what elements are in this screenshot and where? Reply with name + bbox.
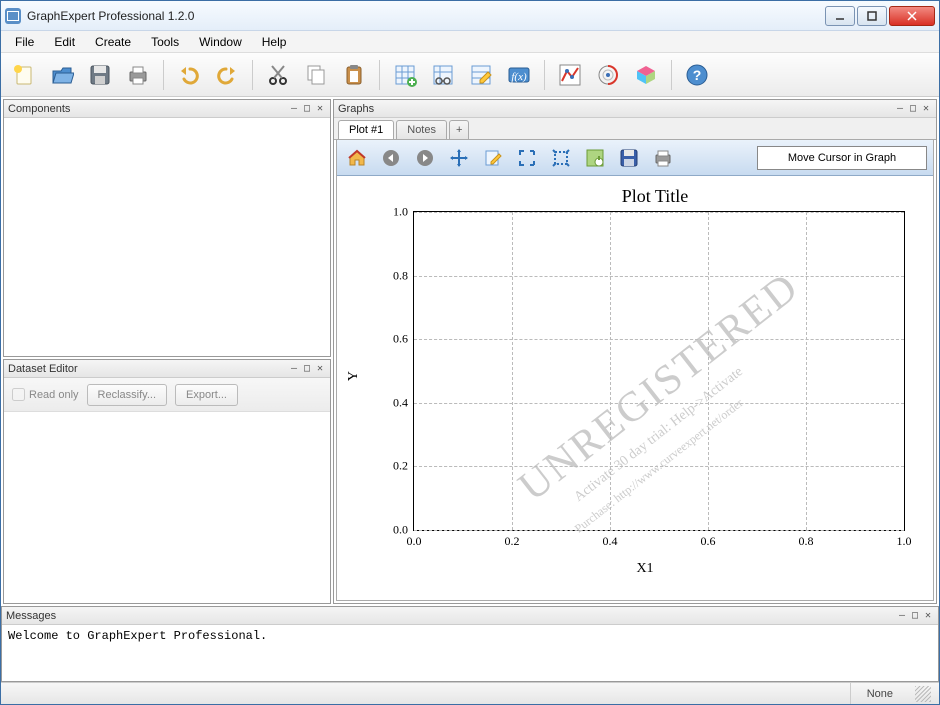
messages-panel: Messages — □ ✕ Welcome to GraphExpert Pr… [1,606,939,682]
print-button[interactable] [121,58,155,92]
open-button[interactable] [45,58,79,92]
menu-file[interactable]: File [5,32,44,52]
redo-button[interactable] [210,58,244,92]
copy-button[interactable] [299,58,333,92]
graphs-panel: Graphs — □ ✕ Plot #1 Notes + [333,99,937,604]
maximize-button[interactable] [857,6,887,26]
main-toolbar: f(x) ? [1,53,939,97]
panel-close-icon[interactable]: ✕ [920,103,932,114]
plot-area[interactable]: Plot Title Y UNREGISTERED Activate 30 da… [337,176,933,600]
x-tick: 0.6 [701,534,716,549]
watermark-line2: Activate 30 day trial: Help->Activate [572,364,747,505]
y-tick: 0.2 [393,459,408,474]
x-tick: 0.8 [799,534,814,549]
panel-minimize-icon[interactable]: — [288,103,300,114]
tab-plot1[interactable]: Plot #1 [338,120,394,139]
status-right: None [850,683,909,704]
titlebar: GraphExpert Professional 1.2.0 [1,1,939,31]
plot-button[interactable] [553,58,587,92]
panel-minimize-icon[interactable]: — [894,103,906,114]
dataset-editor-title: Dataset Editor [8,363,288,375]
resize-grip-icon[interactable] [915,686,931,702]
window-title: GraphExpert Professional 1.2.0 [27,9,825,23]
svg-text:f(x): f(x) [511,71,527,83]
tab-add[interactable]: + [449,120,469,139]
components-panel: Components — □ ✕ [3,99,331,357]
menu-help[interactable]: Help [252,32,297,52]
print-plot-icon[interactable] [649,144,677,172]
panel-minimize-icon[interactable]: — [896,610,908,621]
x-tick: 0.2 [505,534,520,549]
x-tick: 0.4 [603,534,618,549]
plot-title: Plot Title [397,186,913,207]
zoom-extents-icon[interactable] [513,144,541,172]
edit-data-button[interactable] [464,58,498,92]
polar-plot-button[interactable] [591,58,625,92]
app-icon [5,8,21,24]
new-button[interactable] [7,58,41,92]
x-tick: 0.0 [407,534,422,549]
statusbar: None [1,682,939,704]
link-data-button[interactable] [426,58,460,92]
pan-icon[interactable] [445,144,473,172]
panel-maximize-icon[interactable]: □ [909,610,921,621]
minimize-button[interactable] [825,6,855,26]
panel-close-icon[interactable]: ✕ [922,610,934,621]
3d-plot-button[interactable] [629,58,663,92]
y-tick: 0.6 [393,332,408,347]
export-button[interactable]: Export... [175,384,238,406]
help-button[interactable]: ? [680,58,714,92]
menu-window[interactable]: Window [189,32,252,52]
add-data-button[interactable] [388,58,422,92]
close-button[interactable] [889,6,935,26]
x-tick: 1.0 [897,534,912,549]
menu-tools[interactable]: Tools [141,32,189,52]
panel-minimize-icon[interactable]: — [288,363,300,374]
read-only-checkbox[interactable]: Read only [12,388,79,401]
y-tick: 1.0 [393,205,408,220]
tab-notes[interactable]: Notes [396,120,447,139]
panel-maximize-icon[interactable]: □ [907,103,919,114]
plot-toolbar: Move Cursor in Graph [337,140,933,176]
function-button[interactable]: f(x) [502,58,536,92]
cursor-readout: Move Cursor in Graph [757,146,927,170]
save-button[interactable] [83,58,117,92]
menu-create[interactable]: Create [85,32,141,52]
undo-button[interactable] [172,58,206,92]
messages-title: Messages [6,610,896,622]
paste-button[interactable] [337,58,371,92]
y-tick: 0.8 [393,268,408,283]
panel-close-icon[interactable]: ✕ [314,363,326,374]
dataset-editor-body[interactable] [4,412,330,603]
panel-maximize-icon[interactable]: □ [301,103,313,114]
panel-close-icon[interactable]: ✕ [314,103,326,114]
svg-text:?: ? [693,67,702,83]
panel-maximize-icon[interactable]: □ [301,363,313,374]
menubar: File Edit Create Tools Window Help [1,31,939,53]
edit-plot-icon[interactable] [479,144,507,172]
zoom-rect-icon[interactable] [547,144,575,172]
components-title: Components [8,103,288,115]
forward-icon[interactable] [411,144,439,172]
messages-body[interactable]: Welcome to GraphExpert Professional. [2,625,938,681]
y-tick: 0.4 [393,395,408,410]
y-axis-label: Y [346,371,362,381]
home-icon[interactable] [343,144,371,172]
cut-button[interactable] [261,58,295,92]
configure-icon[interactable] [581,144,609,172]
menu-edit[interactable]: Edit [44,32,85,52]
dataset-editor-panel: Dataset Editor — □ ✕ Read only Reclassif… [3,359,331,604]
graphs-title: Graphs [338,103,894,115]
components-body[interactable] [4,118,330,356]
x-axis-label: X1 [636,561,653,577]
back-icon[interactable] [377,144,405,172]
save-plot-icon[interactable] [615,144,643,172]
reclassify-button[interactable]: Reclassify... [87,384,167,406]
